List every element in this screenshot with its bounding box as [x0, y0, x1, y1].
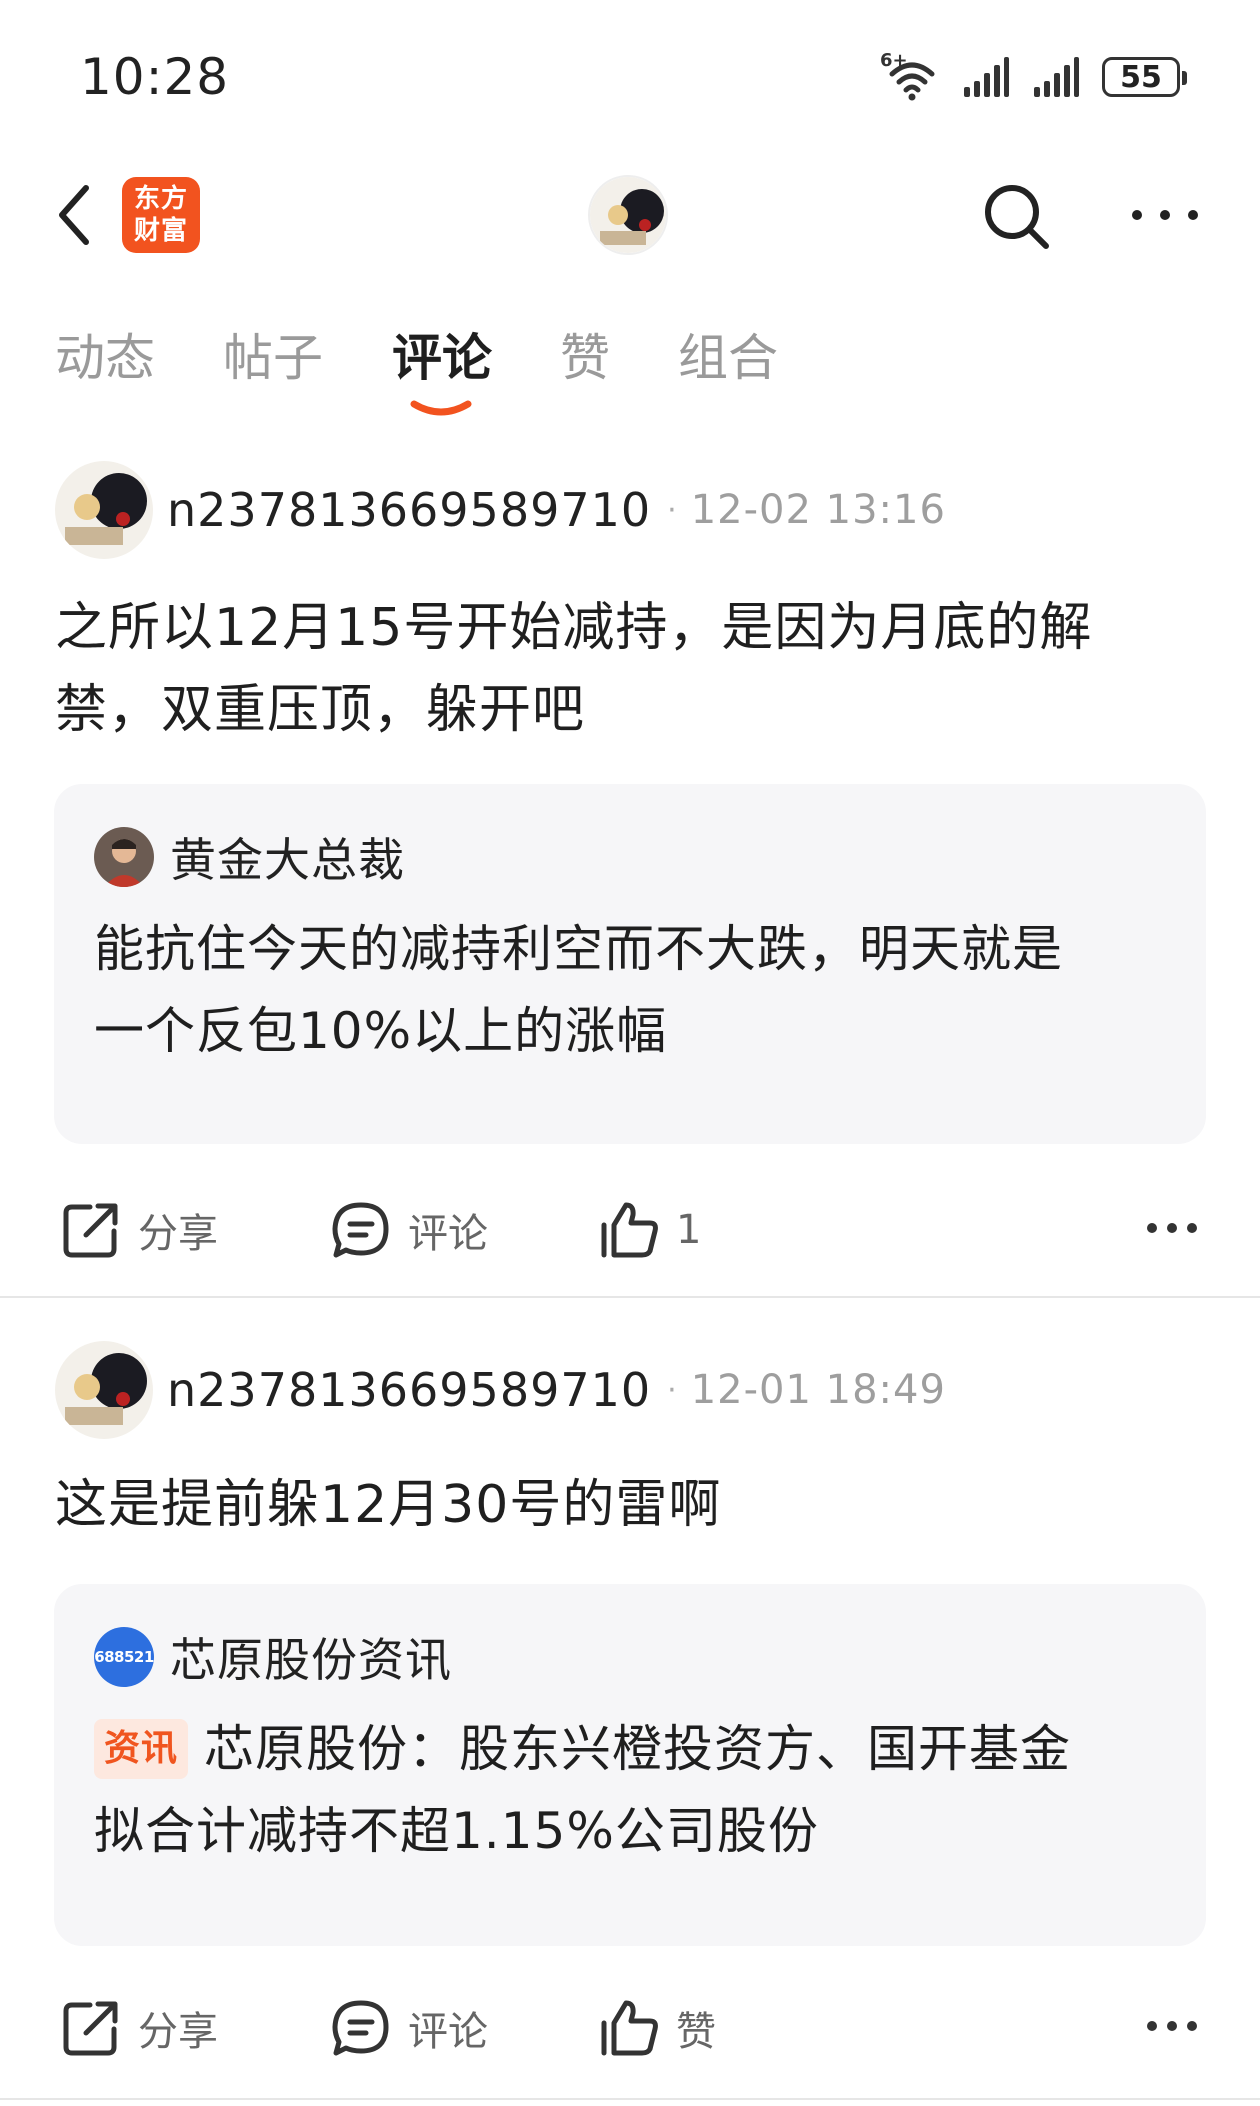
quoted-post-card[interactable]: 黄金大总裁 能抗住今天的减持利空而不大跌，明天就是 一个反包10%以上的涨幅: [54, 784, 1206, 1144]
status-time: 10:28: [80, 48, 230, 106]
news-tag: 资讯: [94, 1719, 189, 1779]
nav-bar: 东方 财富: [0, 150, 1260, 280]
post-action-bar: 分享 评论 赞: [0, 1988, 1260, 2068]
post-header: n237813669589710 · 12-02 13:16: [55, 460, 946, 560]
battery-level: 55: [1120, 59, 1162, 95]
share-icon: [63, 2001, 118, 2056]
quote-text-line: 拟合计减持不超1.15%公司股份: [94, 1802, 819, 1860]
quote-text-content: 芯原股份：股东兴橙投资方、国开基金: [204, 1720, 1072, 1778]
separator-dot: ·: [667, 492, 677, 528]
share-label: 分享: [138, 2009, 218, 2055]
like-button[interactable]: 1: [598, 1190, 701, 1270]
quote-text: 资讯 芯原股份：股东兴橙投资方、国开基金 拟合计减持不超1.15%公司股份: [94, 1708, 1164, 1872]
thumbs-up-icon: [601, 2000, 658, 2056]
post-body[interactable]: 这是提前躲12月30号的雷啊: [55, 1464, 1205, 1546]
post-body[interactable]: 之所以12月15号开始减持，是因为月底的解 禁，双重压顶，躲开吧: [55, 587, 1205, 751]
share-label: 分享: [138, 1211, 218, 1257]
quote-header: 688521 芯原股份资讯: [94, 1624, 452, 1690]
comment-button[interactable]: 评论: [330, 1988, 488, 2068]
back-icon[interactable]: [50, 180, 100, 250]
comment-label: 评论: [408, 2009, 488, 2055]
active-tab-indicator: [410, 400, 472, 416]
more-icon[interactable]: [1146, 2020, 1198, 2032]
comment-icon: [332, 2000, 389, 2056]
search-icon[interactable]: [980, 180, 1052, 252]
post-divider: [0, 2098, 1260, 2100]
comment-icon: [332, 1202, 389, 1258]
wifi-icon: 6+: [880, 50, 940, 102]
post-action-bar: 分享 评论 1: [0, 1190, 1260, 1270]
post-body-line: 禁，双重压顶，躲开吧: [55, 680, 586, 740]
comment-post: n237813669589710 · 12-02 13:16 之所以12月15号…: [0, 460, 1260, 1300]
quote-text-line: 一个反包10%以上的涨幅: [94, 1002, 668, 1060]
signal-icon: [1034, 57, 1079, 97]
like-label: 赞: [676, 2009, 716, 2055]
avatar: [94, 827, 154, 887]
avatar[interactable]: [588, 175, 668, 255]
signal-icon: [964, 57, 1009, 97]
tab-bar: 动态 帖子 评论 赞 组合: [0, 318, 1260, 418]
separator-dot: ·: [667, 1372, 677, 1408]
comment-post: n237813669589710 · 12-01 18:49 这是提前躲12月3…: [0, 1340, 1260, 2100]
share-icon: [63, 1203, 118, 1258]
post-body-line: 这是提前躲12月30号的雷啊: [55, 1475, 722, 1535]
post-divider: [0, 1296, 1260, 1298]
comment-label: 评论: [408, 1211, 488, 1257]
more-icon[interactable]: [1130, 208, 1200, 222]
like-count: 1: [676, 1207, 702, 1253]
quote-text: 能抗住今天的减持利空而不大跌，明天就是 一个反包10%以上的涨幅: [94, 908, 1164, 1072]
brand-logo-line1: 东方: [133, 184, 188, 214]
post-username[interactable]: n237813669589710: [167, 1363, 651, 1417]
brand-logo-line2: 财富: [133, 216, 188, 246]
share-button[interactable]: 分享: [60, 1190, 218, 1270]
stock-code-badge: 688521: [94, 1648, 154, 1666]
battery-icon: 55: [1102, 57, 1187, 97]
tab-posts[interactable]: 帖子: [223, 318, 323, 390]
avatar[interactable]: [55, 461, 153, 559]
post-username[interactable]: n237813669589710: [167, 483, 651, 537]
like-button[interactable]: 赞: [598, 1988, 716, 2068]
post-header: n237813669589710 · 12-01 18:49: [55, 1340, 946, 1440]
thumbs-up-icon: [601, 1202, 658, 1258]
quote-text-line: 资讯 芯原股份：股东兴橙投资方、国开基金: [94, 1708, 1164, 1790]
post-time: 12-02 13:16: [690, 487, 946, 533]
post-time: 12-01 18:49: [690, 1367, 946, 1413]
status-icons: 6+ 55: [880, 50, 1187, 102]
quote-text-line: 能抗住今天的减持利空而不大跌，明天就是: [94, 920, 1063, 978]
quote-author[interactable]: 芯原股份资讯: [170, 1624, 452, 1690]
share-button[interactable]: 分享: [60, 1988, 218, 2068]
tab-likes[interactable]: 赞: [560, 318, 610, 390]
more-icon[interactable]: [1146, 1222, 1198, 1234]
tab-dynamics[interactable]: 动态: [55, 318, 155, 390]
quote-header: 黄金大总裁: [94, 824, 405, 890]
brand-logo[interactable]: 东方 财富: [122, 177, 200, 253]
quote-author[interactable]: 黄金大总裁: [170, 824, 405, 890]
quoted-post-card[interactable]: 688521 芯原股份资讯 资讯 芯原股份：股东兴橙投资方、国开基金 拟合计减持不…: [54, 1584, 1206, 1946]
tab-comments[interactable]: 评论: [392, 318, 492, 390]
post-body-line: 之所以12月15号开始减持，是因为月底的解: [55, 598, 1093, 658]
tab-portfolio[interactable]: 组合: [678, 318, 778, 390]
status-bar: 10:28 6+ 55: [0, 0, 1260, 150]
comment-button[interactable]: 评论: [330, 1190, 488, 1270]
avatar[interactable]: [55, 1341, 153, 1439]
network-label: 6+: [880, 50, 908, 71]
avatar: 688521: [94, 1627, 154, 1687]
